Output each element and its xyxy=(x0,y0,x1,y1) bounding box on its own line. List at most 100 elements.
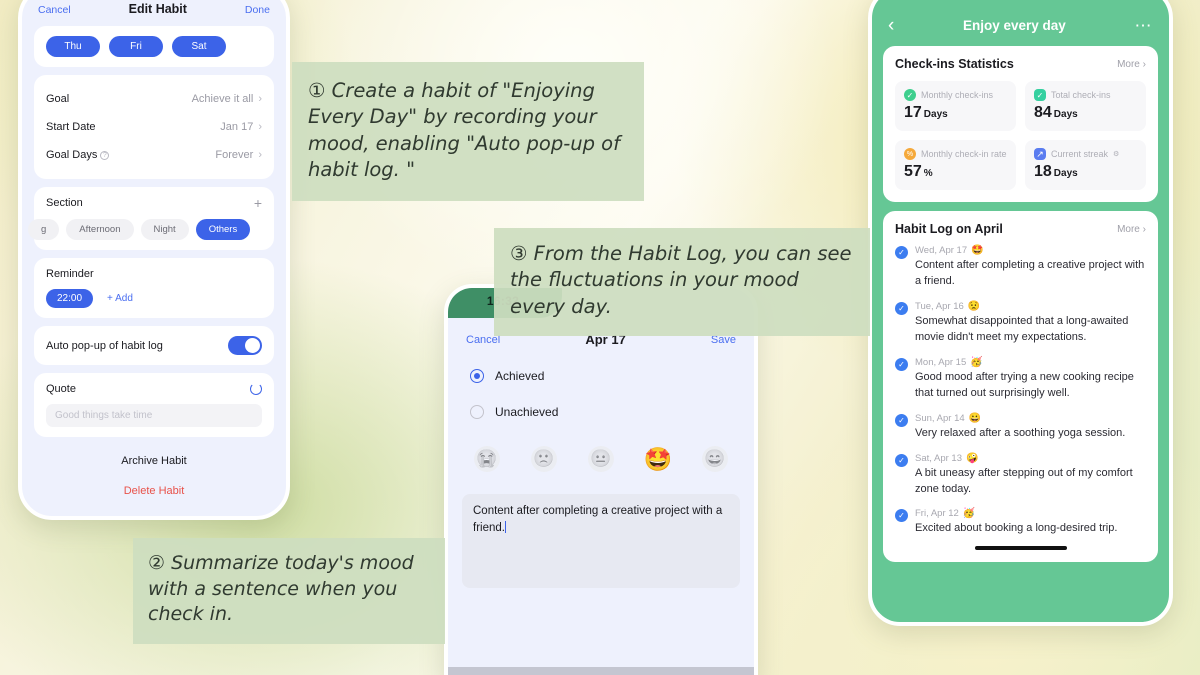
mood-option-sad-icon[interactable]: 🙁 xyxy=(531,446,557,472)
log-mood-icon: 🥳 xyxy=(970,356,983,368)
option-unachieved[interactable]: Unachieved xyxy=(448,405,754,419)
mood-option-crying-icon[interactable]: 😭 xyxy=(474,446,500,472)
annotation-step-1: ① Create a habit of "Enjoying Every Day"… xyxy=(292,62,644,202)
day-chip-fri[interactable]: Fri xyxy=(109,36,163,57)
done-button[interactable]: Done xyxy=(245,4,270,16)
stat-monthly-check-in-rate[interactable]: % Monthly check-in rate 57% xyxy=(895,140,1016,190)
stat-label: Monthly check-in rate xyxy=(921,149,1007,159)
more-icon[interactable]: ⋯ xyxy=(1134,17,1153,34)
habit-settings-card: Goal Achieve it all › Start Date Jan 17 … xyxy=(34,75,274,179)
stats-navbar: ‹ Enjoy every day ⋯ xyxy=(872,0,1169,46)
mood-note-textarea[interactable]: Content after completing a creative proj… xyxy=(462,494,740,588)
stat-unit: % xyxy=(923,168,933,179)
home-indicator xyxy=(108,519,200,520)
cancel-button[interactable]: Cancel xyxy=(38,4,71,16)
log-date: Wed, Apr 17 xyxy=(915,245,968,256)
stat-label: Total check-ins xyxy=(1051,90,1111,100)
section-chip-night[interactable]: Night xyxy=(140,219,189,240)
statistics-more-link[interactable]: More › xyxy=(1117,59,1146,70)
stat-value: 84 xyxy=(1034,104,1052,121)
auto-popup-card: Auto pop-up of habit log xyxy=(34,326,274,365)
section-chip-others[interactable]: Others xyxy=(195,219,251,240)
check-circle-icon: ✓ xyxy=(895,301,908,315)
log-text: Somewhat disappointed that a long-awaite… xyxy=(915,314,1129,343)
log-text: Content after completing a creative proj… xyxy=(915,259,1145,287)
auto-popup-toggle[interactable] xyxy=(228,336,262,355)
list-item[interactable]: ✓ Sat, Apr 13 🤪 A bit uneasy after stepp… xyxy=(895,453,1146,498)
section-title: Section xyxy=(46,197,83,209)
list-item[interactable]: ✓ Sun, Apr 14 😀 Very relaxed after a soo… xyxy=(895,413,1146,442)
info-icon[interactable]: ? xyxy=(100,150,110,160)
stat-value: 57 xyxy=(904,163,922,180)
log-mood-icon: 🤩 xyxy=(971,245,984,256)
habit-log-more-link[interactable]: More › xyxy=(1117,224,1146,235)
row-goal[interactable]: Goal Achieve it all › xyxy=(46,85,262,113)
radio-achieved-icon xyxy=(470,369,484,383)
chevron-right-icon: › xyxy=(258,93,262,105)
section-chip-afternoon[interactable]: Afternoon xyxy=(66,219,134,240)
row-goal-value: Achieve it all xyxy=(191,93,254,105)
section-card: Section + g Afternoon Night Others xyxy=(28,187,274,250)
stat-label: Current streak xyxy=(1051,149,1109,159)
row-start-date[interactable]: Start Date Jan 17 › xyxy=(46,113,262,141)
stat-total-check-ins[interactable]: ✓ Total check-ins 84 Days xyxy=(1025,81,1146,131)
list-item[interactable]: ✓ Mon, Apr 15 🥳 Good mood after trying a… xyxy=(895,357,1146,402)
day-chip-sat[interactable]: Sat xyxy=(172,36,226,57)
quote-input[interactable]: Good things take time xyxy=(46,404,262,427)
log-date: Sat, Apr 13 xyxy=(915,452,963,464)
mood-option-neutral-icon[interactable]: 😐 xyxy=(588,446,614,472)
annotation-step-3: ③ From the Habit Log, you can see the fl… xyxy=(494,228,870,336)
quote-title: Quote xyxy=(46,383,76,395)
list-item[interactable]: ✓ Wed, Apr 17 🤩 Content after completing… xyxy=(895,245,1146,290)
row-start-date-value: Jan 17 xyxy=(220,121,254,133)
percent-badge-icon: % xyxy=(904,148,916,160)
log-date: Mon, Apr 15 xyxy=(915,356,967,368)
check-circle-icon: ✓ xyxy=(895,453,908,467)
log-date: Fri, Apr 12 xyxy=(915,508,959,520)
log-text: A bit uneasy after stepping out of my co… xyxy=(915,466,1133,495)
row-start-date-label: Start Date xyxy=(46,121,96,133)
habit-title: Enjoy every day xyxy=(963,17,1066,33)
add-section-icon[interactable]: + xyxy=(254,196,262,210)
log-mood-icon: 🤪 xyxy=(966,452,979,464)
log-mood-icon: 😟 xyxy=(967,300,981,312)
delete-habit-button[interactable]: Delete Habit xyxy=(34,485,274,497)
refresh-icon[interactable] xyxy=(250,383,262,395)
log-text: Good mood after trying a new cooking rec… xyxy=(915,370,1134,399)
keyboard-area[interactable] xyxy=(448,667,754,675)
phone-edit-habit: Cancel Edit Habit Done Thu Fri Sat Goal … xyxy=(18,0,290,520)
list-item[interactable]: ✓ Fri, Apr 12 🥳 Excited about booking a … xyxy=(895,508,1146,537)
stat-monthly-check-ins[interactable]: ✓ Monthly check-ins 17 Days xyxy=(895,81,1016,131)
more-label: More xyxy=(1117,223,1140,235)
chevron-right-icon: › xyxy=(258,121,262,133)
phone-check-in: 16:32 Cancel Apr 17 Save Achieved Unachi… xyxy=(444,284,758,675)
stat-unit: Days xyxy=(1053,168,1078,179)
check-circle-icon: ✓ xyxy=(895,357,908,371)
habit-log-title: Habit Log on April xyxy=(895,222,1003,236)
section-chip-morning[interactable]: g xyxy=(28,219,60,240)
mood-option-happy-icon[interactable]: 😄 xyxy=(702,446,728,472)
stat-value: 18 xyxy=(1034,163,1052,180)
row-goal-days[interactable]: Goal Days ? Forever › xyxy=(46,141,262,169)
option-achieved[interactable]: Achieved xyxy=(448,369,754,383)
quote-card: Quote Good things take time xyxy=(34,373,274,437)
habit-log-card: Habit Log on April More › ✓ Wed, Apr 17 … xyxy=(883,211,1158,563)
add-reminder-button[interactable]: + Add xyxy=(107,293,133,304)
chevron-left-icon[interactable]: ‹ xyxy=(888,16,894,35)
stat-current-streak[interactable]: ↗ Current streak ⚙ 18 Days xyxy=(1025,140,1146,190)
log-text: Excited about booking a long-desired tri… xyxy=(915,522,1118,535)
auto-popup-label: Auto pop-up of habit log xyxy=(46,339,163,352)
row-goal-days-value: Forever xyxy=(215,149,254,161)
radio-unachieved-icon xyxy=(470,405,484,419)
reminder-time-chip[interactable]: 22:00 xyxy=(46,289,94,308)
chevron-right-icon: › xyxy=(258,149,262,161)
mood-option-starstruck-icon[interactable]: 🤩 xyxy=(644,446,673,472)
list-item[interactable]: ✓ Tue, Apr 16 😟 Somewhat disappointed th… xyxy=(895,301,1146,346)
check-circle-icon: ✓ xyxy=(895,246,908,259)
log-date: Sun, Apr 14 xyxy=(915,412,965,424)
annotation-step-2: ② Summarize today's mood with a sentence… xyxy=(133,538,445,644)
day-selector-card: Thu Fri Sat xyxy=(34,26,274,67)
mood-note-text: Content after completing a creative proj… xyxy=(473,505,723,534)
day-chip-thu[interactable]: Thu xyxy=(46,36,100,57)
archive-habit-button[interactable]: Archive Habit xyxy=(34,455,274,467)
